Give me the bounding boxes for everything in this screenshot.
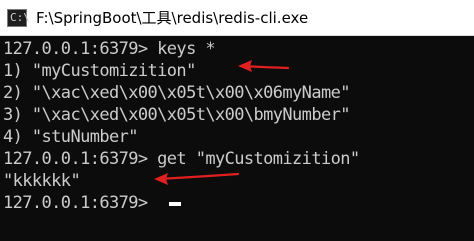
annotation-arrow-2 — [154, 172, 240, 185]
annotation-arrows — [154, 60, 290, 185]
annotation-arrow-1 — [238, 60, 290, 72]
